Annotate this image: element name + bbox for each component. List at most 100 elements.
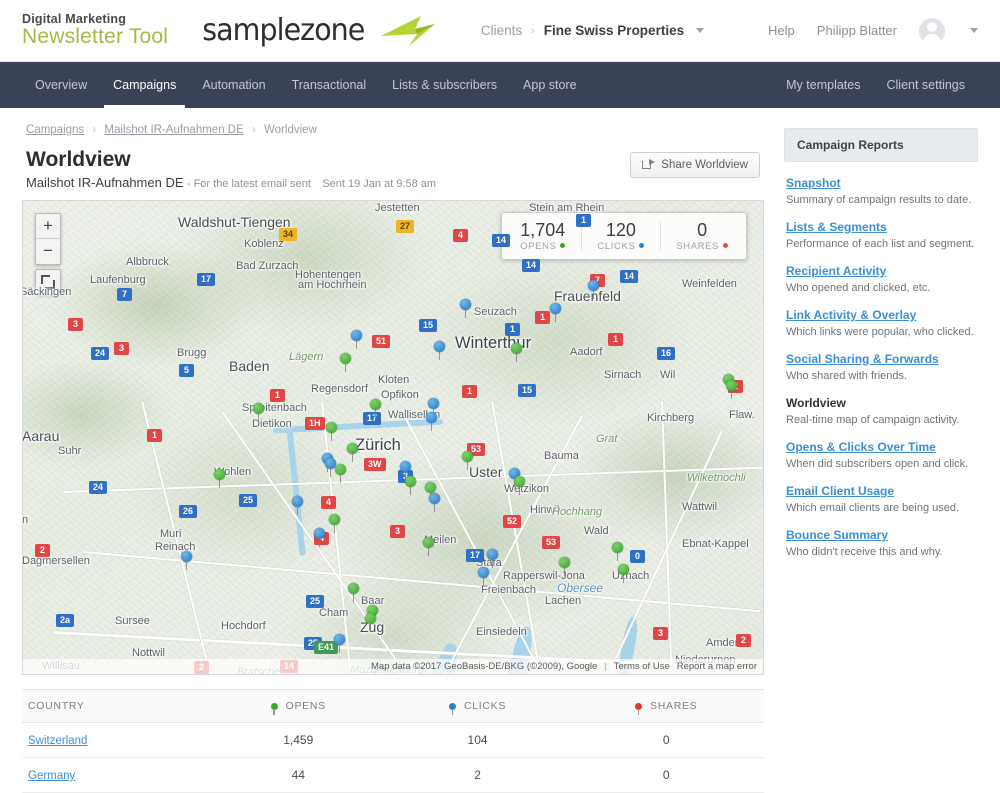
- road-shield: 1H: [305, 417, 325, 430]
- map-pin-blue[interactable]: [434, 341, 445, 360]
- sidebar-title: Campaign Reports: [784, 128, 978, 162]
- chevron-down-icon[interactable]: [696, 28, 705, 33]
- nav-item-overview[interactable]: Overview: [22, 62, 100, 108]
- map-pin-blue[interactable]: [478, 567, 489, 586]
- terms-of-use-link[interactable]: Terms of Use: [614, 661, 670, 672]
- sidebar-item-label[interactable]: Social Sharing & Forwards: [786, 352, 939, 366]
- column-header-opens[interactable]: OPENS: [209, 689, 387, 723]
- help-link[interactable]: Help: [768, 23, 795, 38]
- map-pin-blue[interactable]: [426, 412, 437, 431]
- avatar[interactable]: [919, 17, 945, 44]
- company-logo[interactable]: samplezone: [198, 13, 437, 48]
- map-pin-green[interactable]: [462, 451, 473, 470]
- user-menu-chevron-down-icon[interactable]: [970, 28, 978, 33]
- column-header-shares[interactable]: SHARES: [568, 689, 764, 723]
- map-pin-green[interactable]: [511, 343, 522, 362]
- map-label: Bad Zurzach: [236, 260, 299, 272]
- breadcrumb-campaigns[interactable]: Campaigns: [26, 124, 84, 136]
- map-pin-blue[interactable]: [400, 461, 411, 480]
- zoom-out-button[interactable]: −: [36, 239, 60, 264]
- nav-item-campaigns[interactable]: Campaigns: [100, 62, 189, 108]
- map-pin-green[interactable]: [425, 482, 436, 501]
- map-pin-green[interactable]: [405, 476, 416, 495]
- map-label: ofingen: [22, 514, 29, 526]
- map-pin-green[interactable]: [612, 542, 623, 561]
- map-pin-blue[interactable]: [487, 549, 498, 568]
- column-header-country[interactable]: COUNTRY: [22, 689, 210, 723]
- map-pin-green[interactable]: [214, 469, 225, 488]
- company-logo-text: samplezone: [202, 13, 365, 48]
- map-pin-green[interactable]: [618, 564, 629, 583]
- clients-link[interactable]: Clients: [481, 23, 522, 38]
- worldview-map[interactable]: + − 1,704 OPENS 120 CLICKS 0 SHARES Wald…: [22, 200, 764, 675]
- map-label: Suhr: [58, 445, 82, 457]
- sidebar-item-label[interactable]: Bounce Summary: [786, 528, 888, 542]
- share-worldview-button[interactable]: Share Worldview: [630, 152, 760, 178]
- zoom-in-button[interactable]: +: [36, 214, 60, 239]
- stat-opens-label: OPENS: [520, 241, 566, 252]
- sidebar-item-label[interactable]: Recipient Activity: [786, 264, 886, 278]
- sidebar-item-recipient-activity[interactable]: Recipient Activity Who opened and clicked…: [786, 264, 976, 295]
- map-label: am Hochrhein: [298, 279, 367, 291]
- sidebar-item-link-activity-overlay[interactable]: Link Activity & Overlay Which links were …: [786, 308, 976, 339]
- stat-clicks-value: 120: [605, 220, 636, 240]
- road-shield: 7: [117, 288, 132, 301]
- nav-item-app-store[interactable]: App store: [510, 62, 590, 108]
- sidebar-item-label[interactable]: Snapshot: [786, 176, 841, 190]
- country-link[interactable]: Germany: [28, 770, 75, 782]
- sidebar-item-label[interactable]: Opens & Clicks Over Time: [786, 440, 936, 454]
- report-map-error-link[interactable]: Report a map error: [677, 661, 757, 672]
- nav-item-transactional[interactable]: Transactional: [279, 62, 380, 108]
- road-shield: 2: [35, 544, 50, 557]
- map-pin-blue[interactable]: [588, 280, 599, 299]
- map-pin-green[interactable]: [348, 583, 359, 602]
- nav-item-lists-subscribers[interactable]: Lists & subscribers: [379, 62, 510, 108]
- sidebar-item-label[interactable]: Lists & Segments: [786, 220, 887, 234]
- sidebar-item-opens-clicks-over-time[interactable]: Opens & Clicks Over Time When did subscri…: [786, 440, 976, 471]
- map-pin-green[interactable]: [340, 353, 351, 372]
- map-pin-green[interactable]: [326, 422, 337, 441]
- breadcrumb-mailshot[interactable]: Mailshot IR-Aufnahmen DE: [104, 124, 243, 136]
- map-pin-green[interactable]: [726, 380, 737, 399]
- map-pin-green[interactable]: [559, 557, 570, 576]
- user-name-link[interactable]: Philipp Blatter: [817, 23, 897, 38]
- map-pin-green[interactable]: [423, 537, 434, 556]
- nav-item-client-settings[interactable]: Client settings: [873, 62, 978, 108]
- map-pin-blue[interactable]: [351, 330, 362, 349]
- map-pin-blue[interactable]: [181, 551, 192, 570]
- country-link[interactable]: Switzerland: [28, 735, 87, 747]
- sidebar-item-label[interactable]: Link Activity & Overlay: [786, 308, 916, 322]
- map-label: Waldshut-Tiengen: [178, 214, 291, 230]
- map-pin-blue[interactable]: [460, 299, 471, 318]
- map-pin-blue[interactable]: [334, 634, 345, 653]
- map-pin-green[interactable]: [253, 403, 264, 422]
- nav-item-my-templates[interactable]: My templates: [773, 62, 873, 108]
- map-zoom-controls[interactable]: + −: [35, 213, 61, 265]
- title-block: Worldview Mailshot IR-Aufnahmen DE - For…: [26, 148, 436, 190]
- nav-item-automation[interactable]: Automation: [189, 62, 278, 108]
- opens-pin-icon: [270, 703, 278, 715]
- map-pin-green[interactable]: [365, 613, 376, 632]
- map-pin-green[interactable]: [329, 514, 340, 533]
- map-pin-green[interactable]: [335, 464, 346, 483]
- current-client-name[interactable]: Fine Swiss Properties: [544, 23, 684, 38]
- road-shield: 2a: [56, 614, 75, 627]
- map-pin-green[interactable]: [347, 443, 358, 462]
- map-pin-blue[interactable]: [428, 398, 439, 417]
- sidebar-item-label[interactable]: Email Client Usage: [786, 484, 894, 498]
- map-pin-blue[interactable]: [292, 496, 303, 515]
- map-pin-green[interactable]: [370, 399, 381, 418]
- sidebar-item-email-client-usage[interactable]: Email Client Usage Which email clients ar…: [786, 484, 976, 515]
- sidebar-item-social-sharing-forwards[interactable]: Social Sharing & Forwards Who shared with…: [786, 352, 976, 383]
- sidebar-item-snapshot[interactable]: Snapshot Summary of campaign results to d…: [786, 176, 976, 207]
- sidebar-item-bounce-summary[interactable]: Bounce Summary Who didn't receive this an…: [786, 528, 976, 559]
- map-pin-blue[interactable]: [429, 493, 440, 512]
- road-shield: 15: [419, 319, 438, 332]
- sidebar-item-lists-segments[interactable]: Lists & Segments Performance of each list…: [786, 220, 976, 251]
- road-shield: 0: [630, 550, 645, 563]
- sidebar-report-list: Snapshot Summary of campaign results to d…: [784, 162, 978, 559]
- column-header-clicks[interactable]: CLICKS: [386, 689, 569, 723]
- map-pin-blue[interactable]: [314, 528, 325, 547]
- map-pin-blue[interactable]: [550, 303, 561, 322]
- map-pin-green[interactable]: [514, 476, 525, 495]
